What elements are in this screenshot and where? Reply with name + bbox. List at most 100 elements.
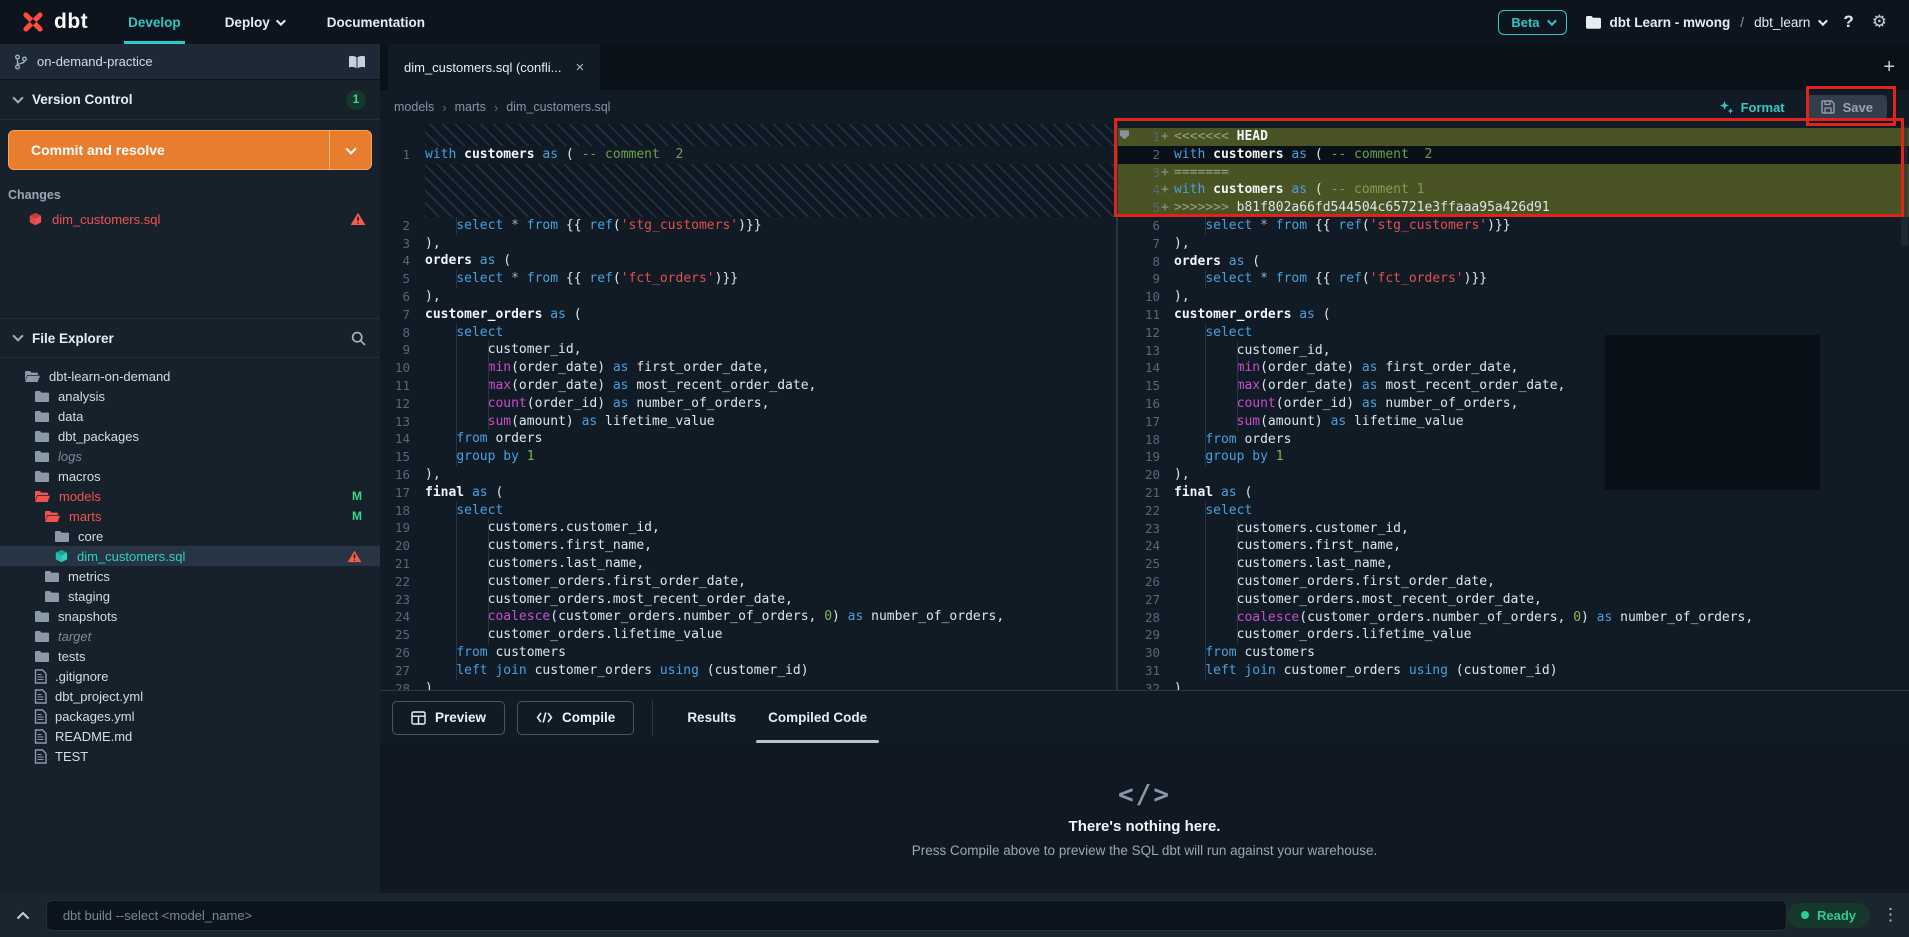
preview-button[interactable]: Preview [392, 701, 505, 735]
code-line[interactable]: 8 select [380, 324, 1116, 342]
file-tree-item[interactable]: target [0, 626, 380, 646]
file-explorer-header[interactable]: File Explorer [0, 318, 380, 358]
code-line[interactable]: 4orders as ( [380, 252, 1116, 270]
kebab-menu-icon[interactable]: ⋮ [1882, 905, 1899, 925]
code-line[interactable]: 2 with customers as ( -- comment 2 [1118, 146, 1909, 164]
code-line[interactable]: 27 left join customer_orders using (cust… [380, 662, 1116, 680]
dbt-logo[interactable]: dbt [0, 9, 106, 35]
file-tree-item[interactable]: martsM [0, 506, 380, 526]
code-line[interactable]: 10), [1118, 288, 1909, 306]
changed-file-row[interactable]: dim_customers.sql [0, 208, 380, 230]
collapse-panel-chevron-up-icon[interactable] [0, 911, 46, 920]
docs-book-icon[interactable] [348, 55, 366, 69]
settings-gear-icon[interactable]: ⚙ [1872, 12, 1887, 32]
tab-results[interactable]: Results [671, 691, 752, 745]
code-line[interactable]: 20 customers.first_name, [380, 537, 1116, 555]
file-tree-item[interactable]: modelsM [0, 486, 380, 506]
git-branch-row[interactable]: on-demand-practice [0, 44, 380, 80]
commit-options-chevron[interactable] [329, 131, 371, 169]
file-tree-item[interactable]: dim_customers.sql [0, 546, 380, 566]
code-line[interactable]: 19 customers.customer_id, [380, 519, 1116, 537]
code-line[interactable]: 9 customer_id, [380, 341, 1116, 359]
code-line[interactable]: 2 select * from {{ ref('stg_customers')}… [380, 217, 1116, 235]
file-tree-item[interactable]: .gitignore [0, 666, 380, 686]
file-tree-item[interactable]: TEST [0, 746, 380, 766]
code-line[interactable]: 5+>>>>>>> b81f802a66fd544504c65721e3ffaa… [1118, 199, 1909, 217]
tab-dim-customers[interactable]: dim_customers.sql (confli... × [388, 44, 600, 90]
file-tree-item[interactable]: macros [0, 466, 380, 486]
file-tree-item[interactable]: dbt-learn-on-demand [0, 366, 380, 386]
code-line[interactable]: 25 customer_orders.lifetime_value [380, 626, 1116, 644]
code-line[interactable]: 23 customers.customer_id, [1118, 520, 1909, 538]
code-line[interactable]: 26 customer_orders.first_order_date, [1118, 573, 1909, 591]
code-line[interactable]: 28) [380, 680, 1116, 690]
file-tree-item[interactable]: packages.yml [0, 706, 380, 726]
code-line[interactable]: 13 sum(amount) as lifetime_value [380, 413, 1116, 431]
code-line[interactable]: 5 select * from {{ ref('fct_orders')}} [380, 270, 1116, 288]
code-line[interactable]: 30 from customers [1118, 644, 1909, 662]
code-line[interactable]: 6), [380, 288, 1116, 306]
tab-close-icon[interactable]: × [576, 59, 585, 76]
breadcrumb-file[interactable]: dim_customers.sql [506, 100, 610, 114]
code-line[interactable]: 1with customers as ( -- comment 2 [380, 146, 1116, 164]
file-tree-item[interactable]: data [0, 406, 380, 426]
dbt-command-input[interactable] [46, 900, 1787, 931]
code-line[interactable]: 23 customer_orders.most_recent_order_dat… [380, 591, 1116, 609]
code-line[interactable]: 32) [1118, 680, 1909, 690]
code-line[interactable]: 24 customers.first_name, [1118, 537, 1909, 555]
code-line[interactable]: 3), [380, 235, 1116, 253]
code-line[interactable]: 6 select * from {{ ref('stg_customers')}… [1118, 217, 1909, 235]
code-line[interactable]: 11customer_orders as ( [1118, 306, 1909, 324]
code-line[interactable]: 9 select * from {{ ref('fct_orders')}} [1118, 270, 1909, 288]
version-control-header[interactable]: Version Control 1 [0, 80, 380, 120]
code-line[interactable]: 24 coalesce(customer_orders.number_of_or… [380, 608, 1116, 626]
file-tree-item[interactable]: README.md [0, 726, 380, 746]
code-line[interactable]: 3+======= [1118, 164, 1909, 182]
code-line[interactable]: 1+<<<<<<< HEAD [1118, 128, 1909, 146]
format-button[interactable]: Format [1719, 100, 1785, 115]
file-tree-item[interactable]: snapshots [0, 606, 380, 626]
nav-deploy[interactable]: Deploy [203, 0, 305, 44]
code-line[interactable]: 18 select [380, 502, 1116, 520]
code-line[interactable]: 7customer_orders as ( [380, 306, 1116, 324]
nav-develop[interactable]: Develop [106, 0, 203, 44]
commit-and-resolve-button[interactable]: Commit and resolve [8, 130, 372, 170]
file-tree-item[interactable]: analysis [0, 386, 380, 406]
help-icon[interactable]: ? [1843, 12, 1853, 32]
tab-compiled-code[interactable]: Compiled Code [752, 691, 883, 745]
search-icon[interactable] [351, 331, 366, 346]
file-tree-item[interactable]: logs [0, 446, 380, 466]
code-line[interactable]: 22 select [1118, 502, 1909, 520]
code-line[interactable]: 21 customers.last_name, [380, 555, 1116, 573]
code-line[interactable]: 26 from customers [380, 644, 1116, 662]
code-line[interactable]: 14 from orders [380, 430, 1116, 448]
file-tree-item[interactable]: core [0, 526, 380, 546]
code-line[interactable]: 17final as ( [380, 484, 1116, 502]
project-selector[interactable]: dbt Learn - mwong / dbt_learn [1585, 15, 1826, 30]
code-line[interactable]: 16), [380, 466, 1116, 484]
file-tree-item[interactable]: staging [0, 586, 380, 606]
breadcrumb-models[interactable]: models [394, 100, 434, 114]
code-line[interactable]: 10 min(order_date) as first_order_date, [380, 359, 1116, 377]
code-line[interactable]: 28 coalesce(customer_orders.number_of_or… [1118, 609, 1909, 627]
code-line[interactable]: 11 max(order_date) as most_recent_order_… [380, 377, 1116, 395]
file-tree-item[interactable]: tests [0, 646, 380, 666]
save-button[interactable]: Save [1807, 95, 1887, 120]
code-line[interactable]: 7), [1118, 235, 1909, 253]
code-line[interactable]: 4+with customers as ( -- comment 1 [1118, 181, 1909, 199]
code-line[interactable]: 8orders as ( [1118, 253, 1909, 271]
code-line[interactable]: 15 group by 1 [380, 448, 1116, 466]
editor-pane-current[interactable]: 1with customers as ( -- comment 2 2 selec… [380, 124, 1116, 690]
new-tab-button[interactable]: + [1883, 56, 1895, 79]
code-line[interactable]: 29 customer_orders.lifetime_value [1118, 626, 1909, 644]
code-line[interactable]: 12 count(order_id) as number_of_orders, [380, 395, 1116, 413]
beta-dropdown-button[interactable]: Beta [1498, 10, 1566, 35]
file-tree-item[interactable]: dbt_project.yml [0, 686, 380, 706]
code-line[interactable]: 25 customers.last_name, [1118, 555, 1909, 573]
file-tree-item[interactable]: dbt_packages [0, 426, 380, 446]
editor-scrollbar[interactable] [1901, 126, 1908, 246]
compile-button[interactable]: Compile [517, 701, 634, 735]
code-line[interactable]: 27 customer_orders.most_recent_order_dat… [1118, 591, 1909, 609]
code-line[interactable]: 22 customer_orders.first_order_date, [380, 573, 1116, 591]
nav-documentation[interactable]: Documentation [305, 0, 447, 44]
